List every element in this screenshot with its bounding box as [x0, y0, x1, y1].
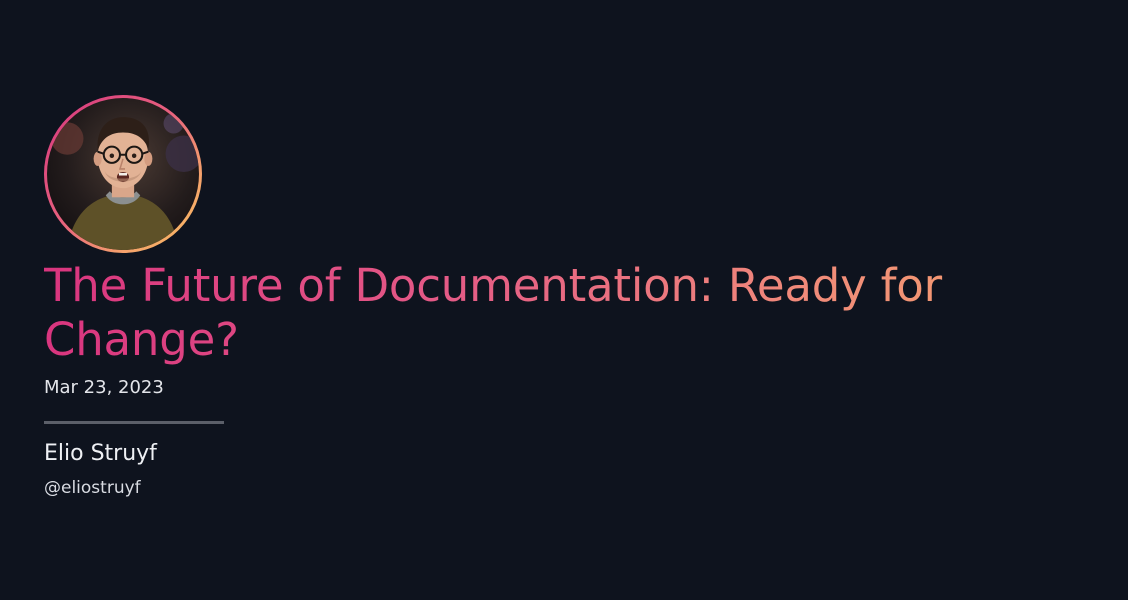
- avatar: [47, 98, 199, 250]
- post-title: The Future of Documentation: Ready for C…: [44, 259, 1044, 367]
- author-name: Elio Struyf: [44, 441, 157, 466]
- post-card: The Future of Documentation: Ready for C…: [44, 95, 1084, 499]
- author-handle: @eliostruyf: [44, 478, 141, 498]
- avatar-ring: [44, 95, 202, 253]
- post-date: Mar 23, 2023: [44, 377, 164, 398]
- divider: [44, 421, 224, 424]
